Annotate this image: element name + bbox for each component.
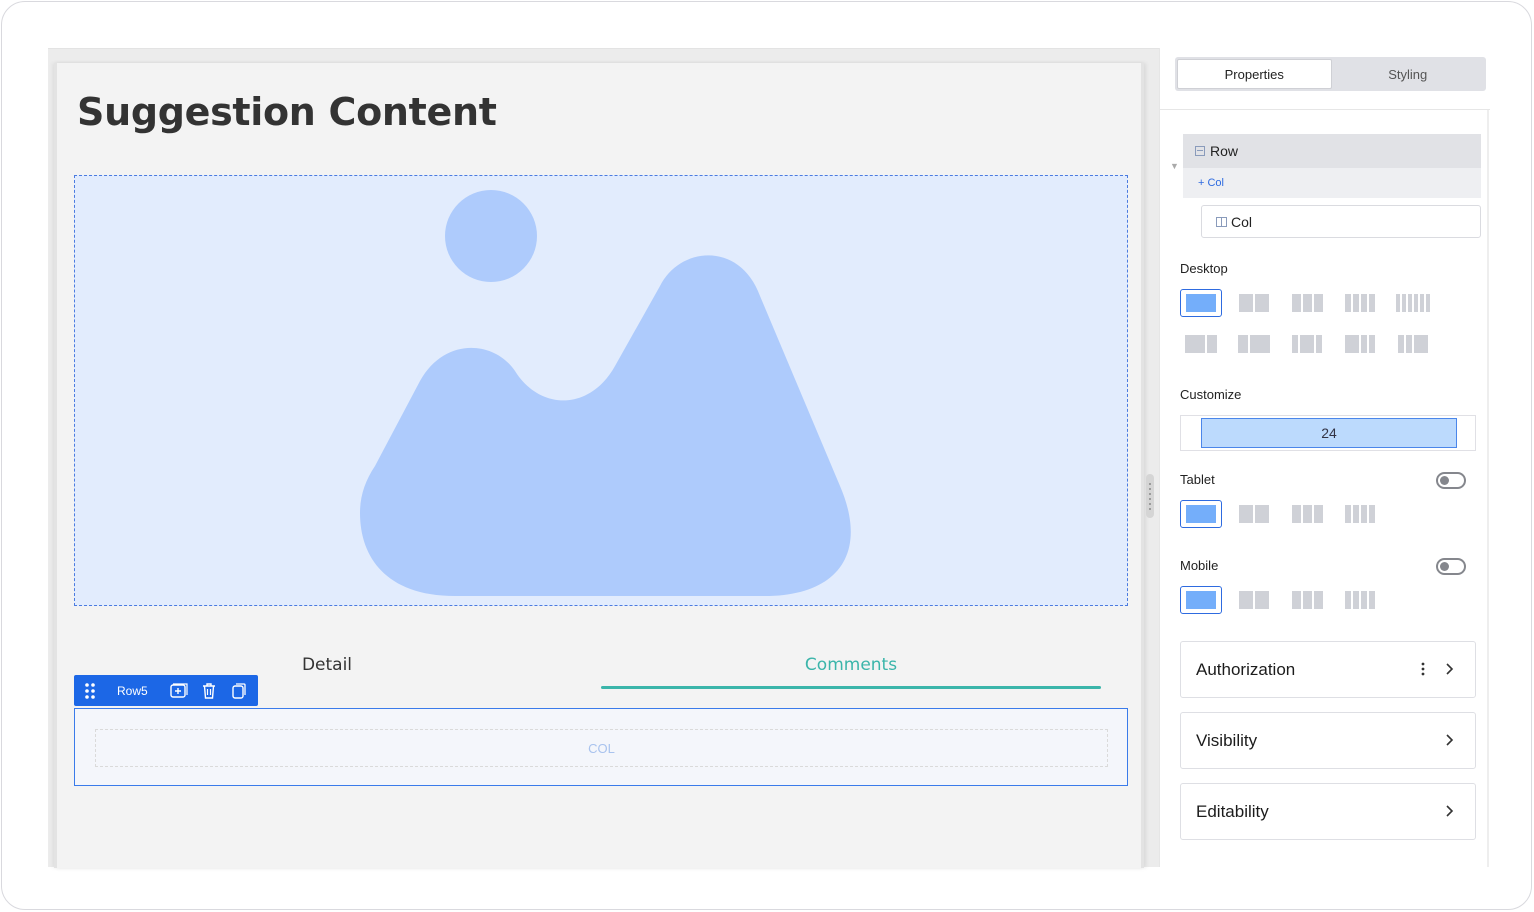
more-vertical-icon[interactable]: [1415, 661, 1431, 677]
panel-tab-bar: Properties Styling: [1175, 57, 1486, 91]
mobile-toggle[interactable]: [1436, 558, 1466, 575]
accordion-visibility[interactable]: Visibility: [1180, 712, 1476, 769]
app-frame: Suggestion Content Detail Comments COL R…: [1, 1, 1532, 910]
mobile-layout-option[interactable]: [1286, 586, 1328, 614]
tablet-layout-option[interactable]: [1180, 500, 1222, 528]
panel-scrollbar[interactable]: [1487, 110, 1489, 867]
tree-col-label: Col: [1231, 213, 1253, 230]
col-placeholder[interactable]: COL: [95, 729, 1108, 767]
tree-row-label: Row: [1210, 143, 1239, 159]
col-icon: [1216, 216, 1227, 227]
accordion-editability[interactable]: Editability: [1180, 783, 1476, 840]
page-title: Suggestion Content: [77, 90, 497, 134]
accordion-authorization[interactable]: Authorization: [1180, 641, 1476, 698]
desktop-layout-option[interactable]: [1339, 330, 1381, 358]
tab-detail[interactable]: Detail: [227, 655, 427, 675]
accordion-label: Authorization: [1196, 659, 1296, 679]
divider: [1160, 109, 1490, 110]
customize-value[interactable]: 24: [1201, 418, 1457, 448]
mobile-layout-option[interactable]: [1233, 586, 1275, 614]
drag-handle-icon[interactable]: [74, 675, 106, 706]
selected-row[interactable]: COL: [74, 708, 1128, 786]
tab-styling[interactable]: Styling: [1332, 59, 1485, 89]
mobile-layout-option[interactable]: [1180, 586, 1222, 614]
desktop-layout-option[interactable]: [1180, 330, 1222, 358]
accordion-label: Editability: [1196, 801, 1269, 821]
row-toolbar-label: Row5: [117, 683, 148, 698]
desktop-layout-option[interactable]: [1180, 289, 1222, 317]
active-tab-indicator: [601, 686, 1101, 689]
desktop-layout-option[interactable]: [1286, 289, 1328, 317]
row-icon: [1195, 146, 1205, 156]
tablet-layout-option[interactable]: [1286, 500, 1328, 528]
desktop-layout-option[interactable]: [1392, 289, 1434, 317]
image-icon: [360, 190, 851, 596]
desktop-layout-option[interactable]: [1286, 330, 1328, 358]
tablet-label: Tablet: [1180, 472, 1215, 487]
customize-label: Customize: [1180, 387, 1242, 402]
add-col-button[interactable]: + Col: [1183, 168, 1481, 198]
chevron-right-icon: [1446, 805, 1454, 817]
tree-item-col[interactable]: Col: [1201, 205, 1481, 238]
tree-item-row[interactable]: Row: [1183, 134, 1481, 168]
tablet-layout-options: [1180, 500, 1470, 528]
add-block-icon[interactable]: [164, 675, 194, 706]
desktop-layout-option[interactable]: [1233, 330, 1275, 358]
tablet-layout-option[interactable]: [1339, 500, 1381, 528]
mobile-layout-option[interactable]: [1339, 586, 1381, 614]
delete-icon[interactable]: [194, 675, 224, 706]
mobile-label: Mobile: [1180, 558, 1219, 573]
desktop-layout-option[interactable]: [1233, 289, 1275, 317]
desktop-label: Desktop: [1180, 261, 1228, 276]
desktop-layout-options: [1180, 289, 1470, 358]
mobile-layout-options: [1180, 586, 1470, 614]
row-toolbar: Row5: [74, 675, 258, 706]
chevron-right-icon: [1446, 734, 1454, 746]
tablet-toggle[interactable]: [1436, 472, 1466, 489]
desktop-layout-option[interactable]: [1339, 289, 1381, 317]
properties-panel: Properties Styling ▼ Row + Col Col Deskt…: [1159, 48, 1490, 867]
duplicate-icon[interactable]: [224, 675, 254, 706]
desktop-layout-option[interactable]: [1392, 330, 1434, 358]
editor-canvas: Suggestion Content Detail Comments COL R…: [48, 48, 1160, 868]
customize-slider[interactable]: 24: [1180, 415, 1476, 451]
tab-properties[interactable]: Properties: [1177, 59, 1332, 89]
tab-comments[interactable]: Comments: [601, 655, 1101, 675]
collapse-arrow-icon[interactable]: ▼: [1170, 161, 1179, 171]
tablet-layout-option[interactable]: [1233, 500, 1275, 528]
accordion-label: Visibility: [1196, 730, 1258, 750]
chevron-right-icon: [1446, 663, 1454, 675]
image-placeholder[interactable]: [74, 175, 1128, 606]
page-card: Suggestion Content Detail Comments COL R…: [54, 63, 1144, 868]
panel-resize-handle[interactable]: [1146, 474, 1154, 518]
